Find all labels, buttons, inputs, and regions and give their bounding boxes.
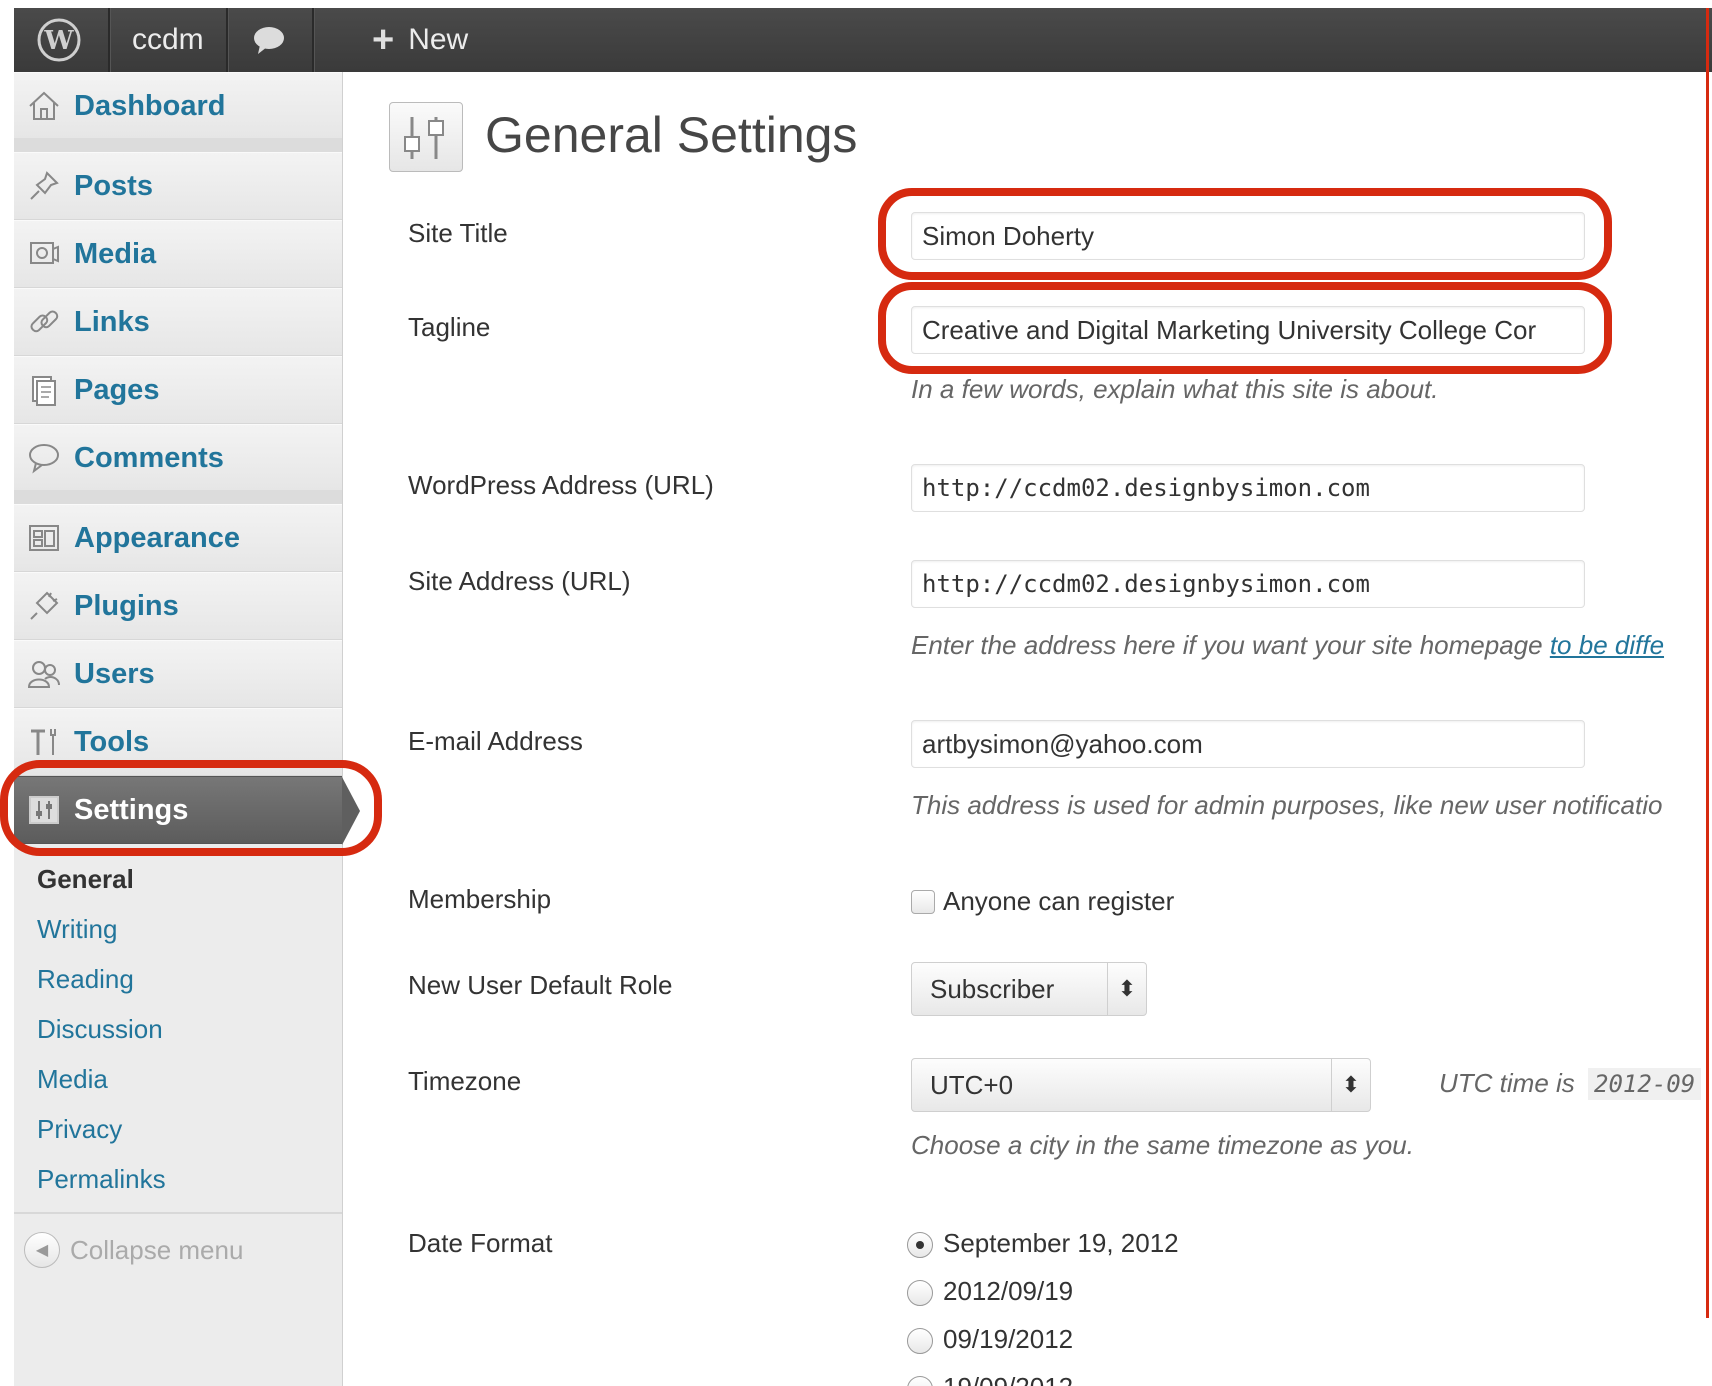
site-title-input[interactable]: Simon Doherty <box>911 212 1585 260</box>
submenu-item-permalinks[interactable]: Permalinks <box>37 1164 166 1195</box>
plus-icon: + <box>372 18 395 61</box>
sidebar-item-tools[interactable]: Tools <box>14 708 342 776</box>
right-edge-line <box>1706 8 1709 1318</box>
home-icon <box>24 86 64 126</box>
date-format-radio-2[interactable] <box>907 1280 933 1306</box>
default-role-value: Subscriber <box>930 973 1055 1004</box>
submenu-item-reading[interactable]: Reading <box>37 964 134 995</box>
timezone-label: Timezone <box>408 1066 522 1096</box>
site-address-help-text: Enter the address here if you want your … <box>911 630 1664 661</box>
sidebar-label-pages: Pages <box>74 373 160 406</box>
tagline-help-text: In a few words, explain what this site i… <box>911 374 1439 404</box>
sidebar-item-appearance[interactable]: Appearance <box>14 504 342 572</box>
sidebar-label-dashboard: Dashboard <box>74 89 226 122</box>
submenu-item-discussion[interactable]: Discussion <box>37 1014 163 1045</box>
select-arrows-icon: ⬍ <box>1331 1059 1370 1111</box>
svg-text:W: W <box>43 26 74 56</box>
collapse-arrow-icon: ◀ <box>24 1232 60 1268</box>
timezone-help-text: Choose a city in the same timezone as yo… <box>911 1130 1414 1160</box>
wordpress-logo-icon[interactable]: W <box>36 8 82 72</box>
tagline-label: Tagline <box>408 312 491 342</box>
plug-icon <box>24 586 64 626</box>
sidebar-item-comments[interactable]: Comments <box>14 424 342 492</box>
sidebar-item-posts[interactable]: Posts <box>14 152 342 220</box>
site-address-help-link[interactable]: to be diffe <box>1550 630 1664 660</box>
site-name-link[interactable]: ccdm <box>132 8 204 72</box>
sidebar-label-media: Media <box>74 237 157 270</box>
anyone-can-register-label: Anyone can register <box>943 886 1175 916</box>
sidebar-label-users: Users <box>74 657 155 690</box>
new-label: New <box>408 23 469 56</box>
site-address-input[interactable]: http://ccdm02.designbysimon.com <box>911 560 1585 608</box>
select-arrows-icon: ⬍ <box>1107 963 1146 1015</box>
date-format-option-1: September 19, 2012 <box>943 1228 1179 1258</box>
sidebar-label-appearance: Appearance <box>74 521 241 554</box>
sidebar-label-settings: Settings <box>74 793 189 826</box>
submenu-item-general[interactable]: General <box>37 864 134 895</box>
general-settings-icon <box>389 102 463 172</box>
default-role-label: New User Default Role <box>408 970 673 1000</box>
admin-sidebar: Dashboard Posts Media Links Pages Commen… <box>14 72 360 1386</box>
date-format-radio-1[interactable] <box>907 1232 933 1258</box>
date-format-radio-3[interactable] <box>907 1328 933 1354</box>
timezone-select[interactable]: UTC+0 ⬍ <box>911 1058 1371 1112</box>
submenu-item-privacy[interactable]: Privacy <box>37 1114 122 1145</box>
date-format-label: Date Format <box>408 1228 553 1258</box>
sidebar-label-plugins: Plugins <box>74 589 179 622</box>
page-title: General Settings <box>485 107 858 163</box>
pages-icon <box>24 370 64 410</box>
email-input[interactable]: artbysimon@yahoo.com <box>911 720 1585 768</box>
default-role-select[interactable]: Subscriber ⬍ <box>911 962 1147 1016</box>
sidebar-label-tools: Tools <box>74 725 150 758</box>
media-icon <box>24 234 64 274</box>
wp-address-label: WordPress Address (URL) <box>408 470 714 500</box>
comment-icon <box>24 438 64 478</box>
comments-bubble-icon[interactable] <box>252 8 286 72</box>
sidebar-item-plugins[interactable]: Plugins <box>14 572 342 640</box>
site-address-help-prefix: Enter the address here if you want your … <box>911 630 1550 660</box>
submenu-item-media[interactable]: Media <box>37 1064 108 1095</box>
sidebar-item-dashboard[interactable]: Dashboard <box>14 72 342 140</box>
pin-icon <box>24 166 64 206</box>
sidebar-item-links[interactable]: Links <box>14 288 342 356</box>
wp-address-input[interactable]: http://ccdm02.designbysimon.com <box>911 464 1585 512</box>
link-icon <box>24 302 64 342</box>
utc-time-value: 2012-09 <box>1588 1068 1702 1100</box>
timezone-value: UTC+0 <box>930 1069 1014 1100</box>
tagline-input[interactable]: Creative and Digital Marketing Universit… <box>911 306 1585 354</box>
utc-time-text: UTC time is 2012-09 <box>1439 1068 1702 1100</box>
collapse-menu-button[interactable]: ◀ Collapse menu <box>24 1232 243 1268</box>
sidebar-label-comments: Comments <box>74 441 224 474</box>
new-content-button[interactable]: + New <box>372 8 468 72</box>
sidebar-item-settings[interactable]: Settings <box>14 776 360 845</box>
sidebar-label-links: Links <box>74 305 150 338</box>
settings-icon <box>24 790 64 830</box>
email-label: E-mail Address <box>408 726 583 756</box>
anyone-can-register-checkbox[interactable] <box>911 890 935 914</box>
site-address-label: Site Address (URL) <box>408 566 631 596</box>
sidebar-item-pages[interactable]: Pages <box>14 356 342 424</box>
date-format-option-3: 09/19/2012 <box>943 1324 1074 1354</box>
main-content: General Settings Site Title Simon Dohert… <box>343 72 1712 1386</box>
date-format-option-2: 2012/09/19 <box>943 1276 1074 1306</box>
sidebar-label-posts: Posts <box>74 169 153 202</box>
admin-bar: W ccdm + New <box>14 8 1712 72</box>
site-title-label: Site Title <box>408 218 508 248</box>
submenu-item-writing[interactable]: Writing <box>37 914 117 945</box>
tools-icon <box>24 722 64 762</box>
date-format-radio-4[interactable] <box>907 1376 933 1386</box>
users-icon <box>24 654 64 694</box>
sidebar-item-media[interactable]: Media <box>14 220 342 288</box>
utc-time-prefix: UTC time is <box>1439 1068 1575 1098</box>
sidebar-item-users[interactable]: Users <box>14 640 342 708</box>
date-format-option-4: 19/09/2012 <box>943 1372 1073 1386</box>
appearance-icon <box>24 518 64 558</box>
collapse-menu-label: Collapse menu <box>70 1234 244 1265</box>
email-help-text: This address is used for admin purposes,… <box>911 790 1663 820</box>
membership-label: Membership <box>408 884 552 914</box>
